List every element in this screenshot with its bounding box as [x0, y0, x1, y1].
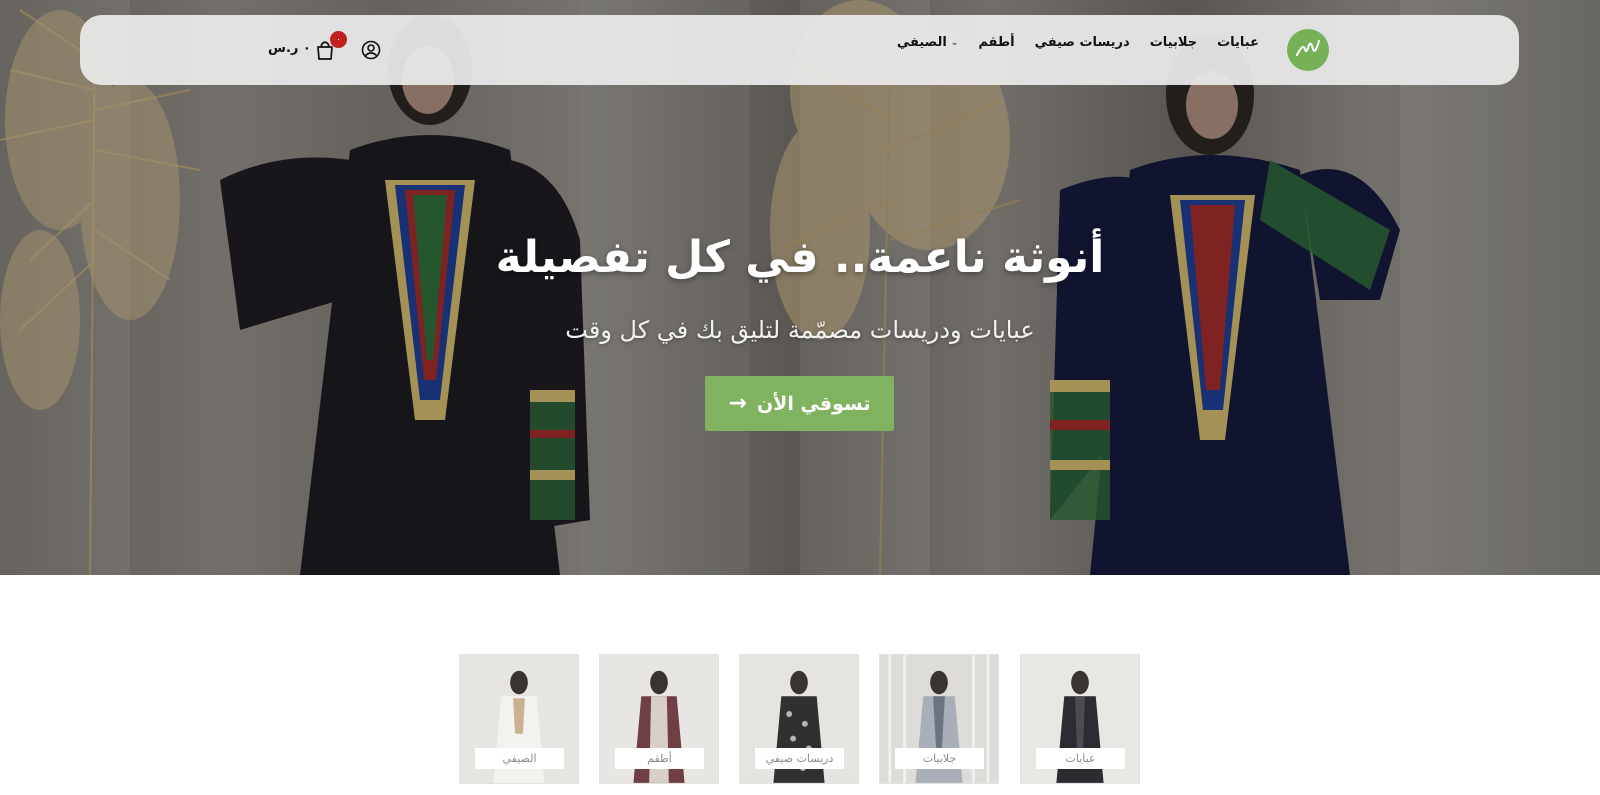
nav-item-jalabiyas[interactable]: جلابيات: [1150, 35, 1197, 50]
main-nav: عبايات جلابيات دريسات صيفي أطقم الصيفي ⌄: [897, 35, 1259, 50]
category-label: أطقم: [615, 748, 704, 769]
category-label: عبايات: [1036, 748, 1125, 769]
category-label: الصيفي: [475, 748, 564, 769]
hero-subtitle: عبايات ودريسات مصمّمة لتليق بك في كل وقت: [565, 316, 1035, 344]
cart-total[interactable]: ٠ ر.س: [268, 41, 311, 56]
monogram-logo[interactable]: [1287, 29, 1329, 71]
category-label: دريسات صيفي: [755, 748, 844, 769]
category-label: جلابيات: [895, 748, 984, 769]
category-card-sets[interactable]: أطقم: [599, 654, 719, 784]
chevron-down-icon: ⌄: [950, 37, 959, 48]
nav-item-summer-dresses[interactable]: دريسات صيفي: [1035, 35, 1130, 50]
category-card-summer-dresses[interactable]: دريسات صيفي: [739, 654, 859, 784]
logo-icon: [1296, 40, 1320, 56]
arrow-right-icon: →: [728, 391, 747, 416]
nav-item-abayas[interactable]: عبايات: [1217, 35, 1259, 50]
cta-label: تسوقي الأن: [756, 392, 871, 415]
category-card-jalabiyas[interactable]: جلابيات: [879, 654, 999, 784]
category-card-abayas[interactable]: عبايات: [1020, 654, 1140, 784]
nav-item-sets[interactable]: أطقم: [978, 35, 1014, 50]
shop-now-button[interactable]: تسوقي الأن →: [705, 376, 894, 431]
category-card-summer[interactable]: الصيفي: [459, 654, 579, 784]
user-icon[interactable]: [361, 40, 381, 60]
hero-overlay: [0, 0, 1600, 575]
cart-count-badge: ٠: [330, 31, 347, 48]
category-list: عبايات جلابيات دريسات صيفي أطقم الصيفي: [459, 654, 1140, 784]
hero-title: أنوثة ناعمة.. في كل تفصيلة: [495, 232, 1105, 283]
nav-item-summer[interactable]: الصيفي ⌄: [897, 35, 959, 50]
hero-banner: أنوثة ناعمة.. في كل تفصيلة عبايات ودريسا…: [0, 0, 1600, 575]
